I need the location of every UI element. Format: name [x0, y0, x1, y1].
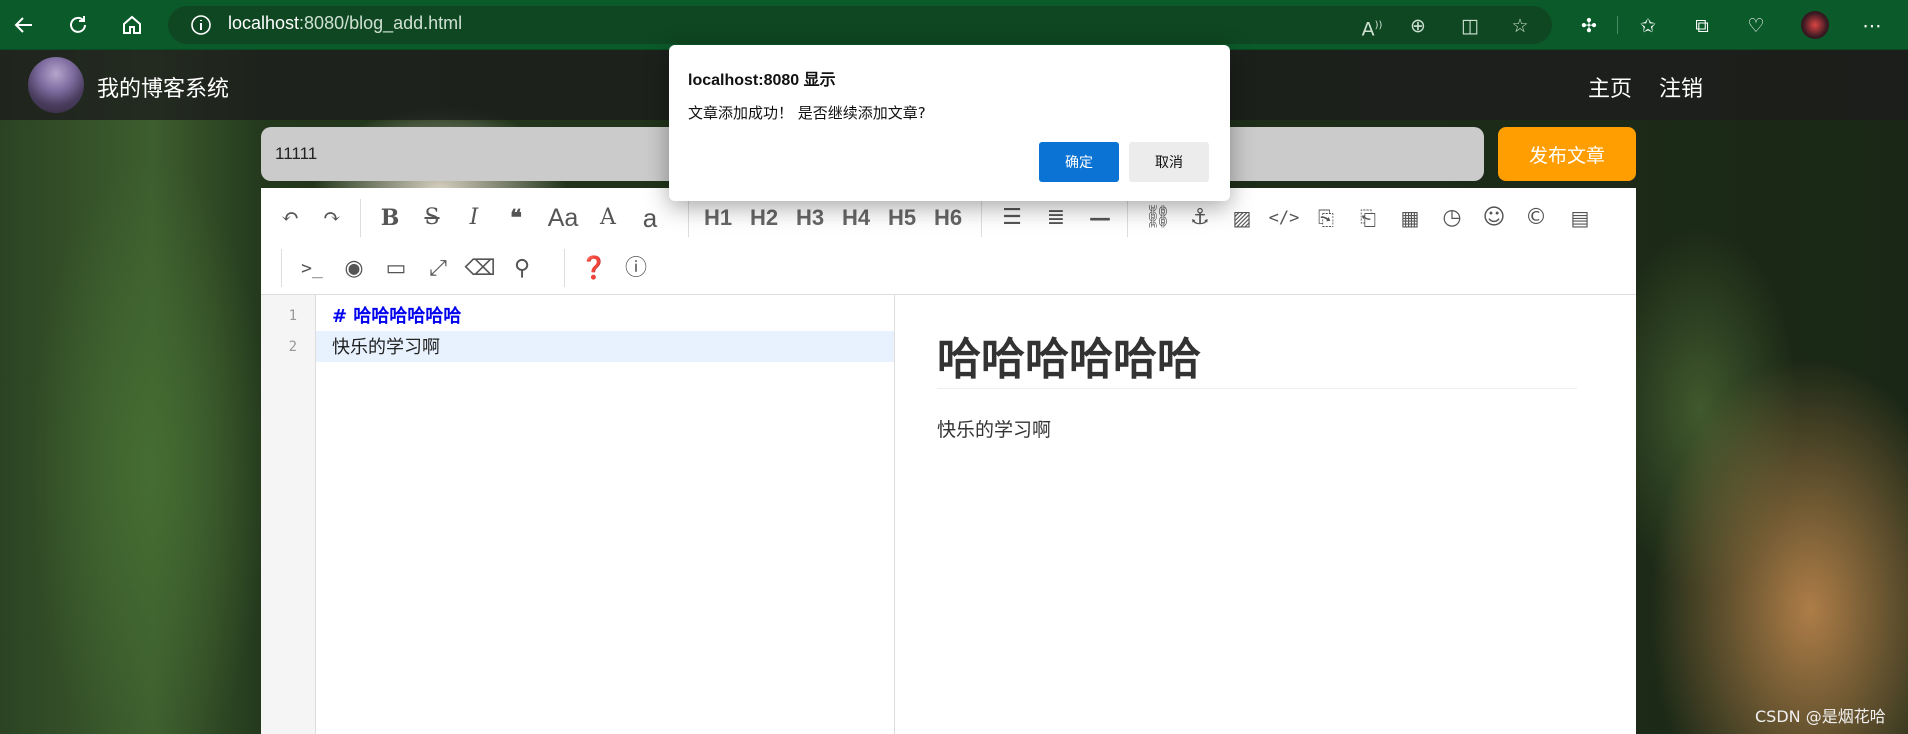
code-line-heading[interactable]: # 哈哈哈哈哈哈: [332, 302, 461, 328]
line-number: 2: [288, 339, 297, 355]
url-path: :8080/blog_add.html: [299, 13, 463, 33]
browser-toolbar: localhost:8080/blog_add.html A)) ⊕ ◫ ☆ ✣…: [0, 0, 1908, 50]
preview-heading: 哈哈哈哈哈哈: [937, 334, 1201, 385]
nav-link-logout[interactable]: 注销: [1659, 71, 1703, 103]
site-title: 我的博客系统: [97, 77, 230, 102]
profile-avatar[interactable]: [1801, 11, 1829, 39]
undo-icon[interactable]: ↶: [273, 201, 307, 235]
preview-icon[interactable]: ▭: [379, 252, 413, 286]
pagebreak-icon[interactable]: ▤: [1563, 201, 1597, 235]
alert-dialog: localhost:8080 显示 文章添加成功！ 是否继续添加文章? 确定 取…: [669, 45, 1230, 201]
split-screen-icon[interactable]: ◫: [1456, 12, 1484, 40]
preview-divider: [937, 388, 1577, 389]
image-icon[interactable]: ▨: [1225, 201, 1259, 235]
preformatted-code-icon[interactable]: ⎗: [1351, 201, 1385, 235]
clear-eraser-icon[interactable]: ⌫: [463, 252, 497, 286]
search-icon[interactable]: ⚲: [505, 252, 539, 286]
publish-article-button[interactable]: 发布文章: [1498, 127, 1636, 181]
goto-line-icon[interactable]: >_: [295, 252, 329, 286]
toolbar-separator: [281, 249, 282, 287]
horizontal-rule-icon[interactable]: —: [1083, 201, 1117, 235]
browser-essentials-icon[interactable]: ♡: [1742, 12, 1770, 40]
strikethrough-icon[interactable]: S: [415, 201, 449, 235]
link-icon[interactable]: ⛓: [1141, 201, 1175, 235]
anchor-icon[interactable]: ⚓: [1183, 201, 1217, 235]
line-number: 1: [288, 308, 297, 324]
favorite-star-icon[interactable]: ☆: [1506, 12, 1534, 40]
toolbar-separator: [360, 199, 361, 237]
heading-4-button[interactable]: H4: [836, 201, 876, 235]
help-icon[interactable]: ❓: [577, 252, 611, 286]
toolbar-divider: [1617, 16, 1618, 34]
emoji-icon[interactable]: ☺: [1477, 201, 1511, 235]
case-toggle-icon[interactable]: Aa: [541, 201, 585, 235]
line-number-gutter: 1 2: [261, 295, 316, 734]
url-host: localhost: [228, 13, 300, 33]
url-text[interactable]: localhost:8080/blog_add.html: [228, 13, 462, 34]
italic-icon[interactable]: I: [457, 201, 491, 235]
datetime-icon[interactable]: ◷: [1435, 201, 1469, 235]
toolbar-separator: [564, 249, 565, 287]
heading-1-button[interactable]: H1: [698, 201, 738, 235]
toolbar-separator: [688, 199, 689, 237]
heading-3-button[interactable]: H3: [790, 201, 830, 235]
watermark: CSDN @是烟花哈: [1755, 707, 1886, 726]
lowercase-icon[interactable]: a: [633, 201, 667, 235]
collections-icon[interactable]: ⧉: [1688, 12, 1716, 40]
ordered-list-icon[interactable]: ≣: [1039, 201, 1073, 235]
code-block-icon[interactable]: ⎘: [1309, 201, 1343, 235]
markdown-source[interactable]: # 哈哈哈哈哈哈 快乐的学习啊: [316, 295, 894, 734]
editor-toolbar: ↶ ↷ B S I ❝ Aa A a H1 H2 H3 H4 H5 H6 ☰ ≣…: [261, 188, 1636, 295]
toolbar-separator: [981, 199, 982, 237]
redo-icon[interactable]: ↷: [315, 201, 349, 235]
info-icon[interactable]: [190, 14, 212, 36]
toggle-watch-icon[interactable]: ◉: [337, 252, 371, 286]
dialog-message: 文章添加成功！ 是否继续添加文章?: [688, 104, 926, 122]
uppercase-icon[interactable]: A: [591, 201, 625, 235]
favorites-icon[interactable]: ✩: [1634, 12, 1662, 40]
back-arrow-icon[interactable]: [8, 9, 40, 41]
home-icon[interactable]: [116, 9, 148, 41]
fullscreen-icon[interactable]: ⤢: [421, 252, 455, 286]
heading-5-button[interactable]: H5: [882, 201, 922, 235]
nav-link-home[interactable]: 主页: [1588, 71, 1632, 103]
zoom-icon[interactable]: ⊕: [1404, 12, 1432, 40]
markdown-editor: ↶ ↷ B S I ❝ Aa A a H1 H2 H3 H4 H5 H6 ☰ ≣…: [261, 188, 1636, 734]
table-icon[interactable]: ▦: [1393, 201, 1427, 235]
read-aloud-icon[interactable]: A)): [1358, 12, 1386, 40]
code-line-text[interactable]: 快乐的学习啊: [332, 333, 440, 359]
extensions-icon[interactable]: ✣: [1575, 12, 1603, 40]
info-about-icon[interactable]: ⓘ: [619, 252, 653, 286]
toolbar-separator: [1127, 199, 1128, 237]
unordered-list-icon[interactable]: ☰: [995, 201, 1029, 235]
more-options-icon[interactable]: ⋯: [1858, 12, 1886, 40]
inline-code-icon[interactable]: </>: [1267, 201, 1301, 235]
markdown-preview: 哈哈哈哈哈哈 快乐的学习啊: [895, 295, 1636, 734]
dialog-cancel-button[interactable]: 取消: [1129, 142, 1209, 182]
heading-6-button[interactable]: H6: [928, 201, 968, 235]
dialog-ok-button[interactable]: 确定: [1039, 142, 1119, 182]
site-logo-avatar: [28, 57, 84, 113]
heading-2-button[interactable]: H2: [744, 201, 784, 235]
preview-paragraph: 快乐的学习啊: [937, 419, 1052, 441]
quote-icon[interactable]: ❝: [499, 201, 533, 235]
html-entities-icon[interactable]: ©: [1519, 201, 1553, 235]
dialog-title: localhost:8080 显示: [688, 72, 836, 89]
refresh-icon[interactable]: [62, 9, 94, 41]
bold-icon[interactable]: B: [373, 201, 407, 235]
